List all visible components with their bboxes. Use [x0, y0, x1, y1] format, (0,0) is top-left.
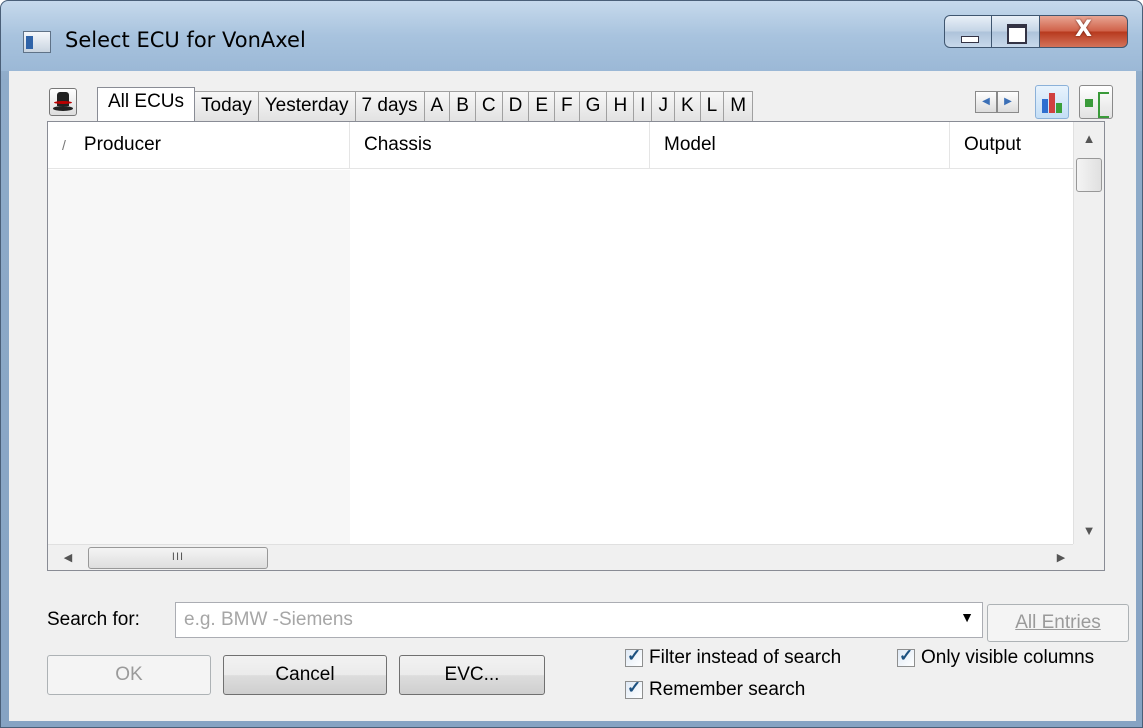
filter-instead-checkbox[interactable]: Filter instead of search — [625, 646, 842, 669]
title-bar[interactable]: Select ECU for VonAxel X — [1, 1, 1142, 71]
tab-letter-f[interactable]: F — [554, 91, 580, 121]
search-label: Search for: — [47, 609, 140, 630]
ecu-list-view[interactable]: / Producer Chassis Model Output ▲ ▼ ◀ III… — [47, 121, 1105, 571]
column-header-chassis[interactable]: Chassis — [350, 122, 650, 169]
tab-letter-h[interactable]: H — [606, 91, 635, 121]
column-header-model[interactable]: Model — [650, 122, 950, 169]
close-button[interactable]: X — [1040, 15, 1128, 48]
tab-scroll-right-icon[interactable]: ▶ — [997, 91, 1019, 113]
dialog-window: Select ECU for VonAxel X All ECUs Today … — [0, 0, 1143, 728]
scrollbar-corner — [1073, 544, 1104, 570]
scroll-up-icon[interactable]: ▲ — [1074, 124, 1104, 154]
caption-buttons: X — [944, 15, 1128, 48]
only-visible-columns-checkbox[interactable]: Only visible columns — [897, 646, 1095, 669]
tab-today[interactable]: Today — [194, 91, 259, 121]
filter-instead-label: Filter instead of search — [649, 647, 842, 668]
minimize-button[interactable] — [944, 15, 992, 48]
search-input[interactable] — [176, 603, 946, 637]
checkbox-checked-icon[interactable] — [625, 678, 643, 699]
cancel-button[interactable]: Cancel — [223, 655, 387, 695]
tab-letter-k[interactable]: K — [673, 91, 701, 121]
close-icon: X — [1075, 17, 1092, 42]
tab-letter-g[interactable]: G — [578, 91, 608, 121]
evc-button[interactable]: EVC... — [399, 655, 545, 695]
dialog-client: All ECUs Today Yesterday 7 days A B C D … — [9, 71, 1136, 721]
app-icon — [23, 31, 51, 53]
checkbox-checked-icon[interactable] — [625, 646, 643, 667]
tab-letter-d[interactable]: D — [501, 91, 530, 121]
tab-letter-c[interactable]: C — [474, 91, 503, 121]
horizontal-scroll-thumb[interactable]: III — [88, 547, 268, 569]
scroll-down-icon[interactable]: ▼ — [1074, 516, 1104, 546]
tab-letter-i[interactable]: I — [633, 91, 653, 121]
ok-button[interactable]: OK — [47, 655, 211, 695]
tab-letter-a[interactable]: A — [423, 91, 451, 121]
vertical-scrollbar[interactable]: ▲ ▼ — [1073, 122, 1104, 546]
maximize-button[interactable] — [992, 15, 1040, 48]
only-visible-columns-label: Only visible columns — [921, 647, 1095, 668]
window-title: Select ECU for VonAxel — [65, 28, 306, 52]
column-header-output[interactable]: Output — [950, 122, 1075, 169]
sort-indicator-icon: / — [62, 137, 66, 153]
hat-icon-button[interactable] — [49, 88, 77, 116]
remember-search-label: Remember search — [649, 679, 806, 700]
dropdown-arrow-icon[interactable]: ▼ — [960, 609, 974, 625]
column-header-row: / Producer Chassis Model Output — [48, 122, 1075, 169]
tab-7-days[interactable]: 7 days — [354, 91, 425, 121]
tab-letter-e[interactable]: E — [528, 91, 556, 121]
chart-icon-button[interactable] — [1035, 85, 1069, 119]
column-header-producer[interactable]: / Producer — [48, 122, 350, 169]
tab-letter-m[interactable]: M — [723, 91, 754, 121]
tab-yesterday[interactable]: Yesterday — [257, 91, 356, 121]
horizontal-scrollbar[interactable]: ◀ III ▶ — [48, 544, 1075, 570]
tab-all-ecus[interactable]: All ECUs — [97, 87, 196, 121]
scroll-left-icon[interactable]: ◀ — [54, 545, 82, 571]
producer-column-shade — [48, 170, 350, 546]
vertical-scroll-thumb[interactable] — [1076, 158, 1102, 192]
scroll-right-icon[interactable]: ▶ — [1047, 545, 1075, 571]
tab-letter-j[interactable]: J — [651, 91, 675, 121]
remember-search-checkbox[interactable]: Remember search — [625, 678, 806, 701]
tab-letter-b[interactable]: B — [449, 91, 476, 121]
tab-scroll-buttons: ◀ ▶ — [975, 91, 1019, 113]
tab-letter-l[interactable]: L — [699, 91, 725, 121]
checkbox-checked-icon[interactable] — [897, 646, 915, 667]
all-entries-button[interactable]: All Entries — [987, 604, 1129, 642]
tab-scroll-left-icon[interactable]: ◀ — [975, 91, 997, 113]
search-combobox[interactable]: ▼ — [175, 602, 983, 638]
tab-strip: All ECUs Today Yesterday 7 days A B C D … — [97, 87, 754, 121]
tree-view-icon-button[interactable] — [1079, 85, 1113, 119]
